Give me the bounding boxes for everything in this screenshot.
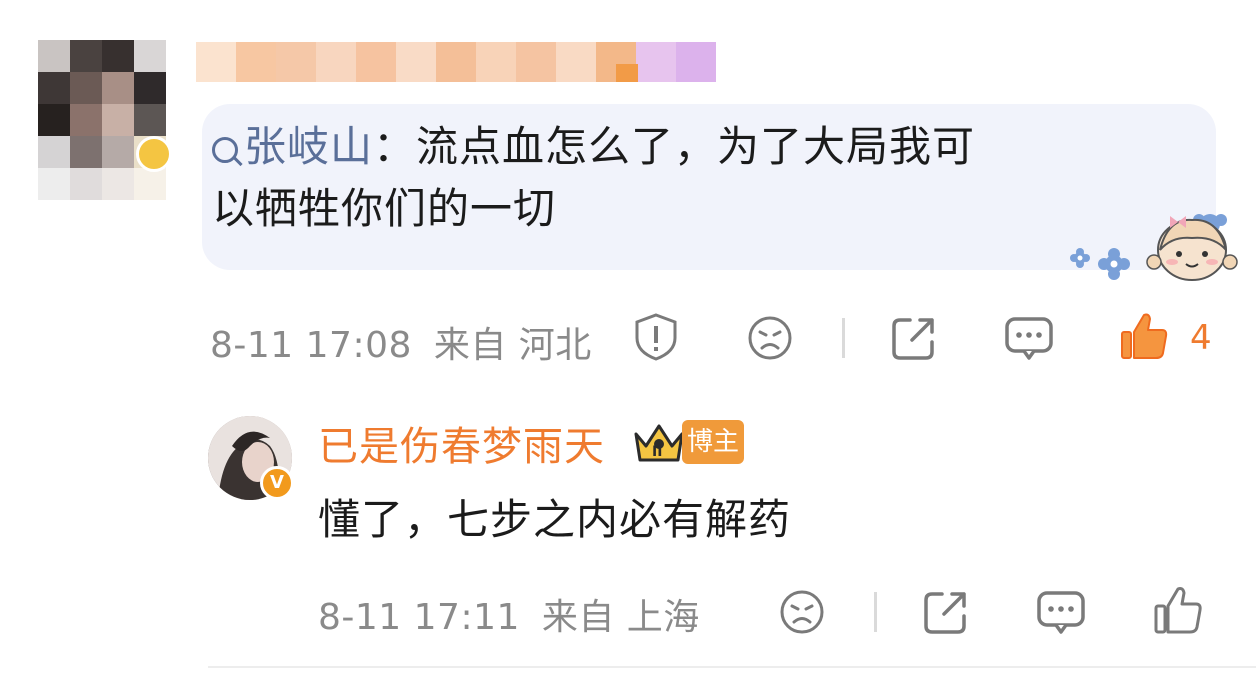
share-icon[interactable] bbox=[922, 588, 970, 640]
comment-line-1: 流点血怎么了，为了大局我可 bbox=[416, 122, 976, 171]
reply-source: 来自 上海 bbox=[541, 597, 700, 638]
reply-author-name[interactable]: 已是伤春梦雨天 bbox=[318, 414, 605, 472]
search-icon bbox=[212, 137, 238, 163]
blogger-badge: 博主 bbox=[682, 420, 744, 464]
reply-meta: 8-11 17:11 来自 上海 bbox=[318, 588, 700, 640]
comment-line-2: 以牺牲你们的一切 bbox=[212, 184, 557, 233]
comment-icon[interactable] bbox=[1004, 314, 1054, 366]
reply-time: 8-11 17:11 bbox=[318, 597, 520, 638]
decorative-sticker bbox=[1064, 206, 1240, 284]
report-icon[interactable] bbox=[632, 312, 680, 366]
action-divider bbox=[874, 592, 877, 632]
like-icon-active[interactable] bbox=[1118, 310, 1170, 366]
reply-text: 懂了，七步之内必有解药 bbox=[318, 495, 792, 544]
commenter-avatar-blurred[interactable] bbox=[38, 40, 172, 230]
comment-meta: 8-11 17:08 来自 河北 bbox=[210, 316, 592, 368]
dislike-face-icon[interactable] bbox=[746, 314, 794, 366]
mention-link[interactable]: 张岐山 bbox=[212, 122, 373, 171]
dislike-face-icon[interactable] bbox=[778, 588, 826, 640]
share-icon[interactable] bbox=[890, 314, 938, 366]
separator: ： bbox=[373, 122, 417, 171]
comment-time: 8-11 17:08 bbox=[210, 325, 412, 366]
comment-source: 来自 河北 bbox=[433, 325, 592, 366]
action-divider bbox=[842, 318, 845, 358]
commenter-name-blurred[interactable] bbox=[196, 38, 726, 86]
crown-level: II bbox=[652, 444, 663, 460]
verified-icon bbox=[136, 136, 172, 172]
divider-line bbox=[208, 666, 1256, 668]
comment-icon[interactable] bbox=[1036, 588, 1086, 640]
crown-icon: II bbox=[632, 420, 686, 464]
like-icon[interactable] bbox=[1152, 584, 1204, 640]
quoted-comment-text: 张岐山：流点血怎么了，为了大局我可 以牺牲你们的一切 bbox=[212, 116, 1172, 240]
verified-icon: V bbox=[260, 466, 294, 500]
like-count: 4 bbox=[1190, 318, 1212, 358]
